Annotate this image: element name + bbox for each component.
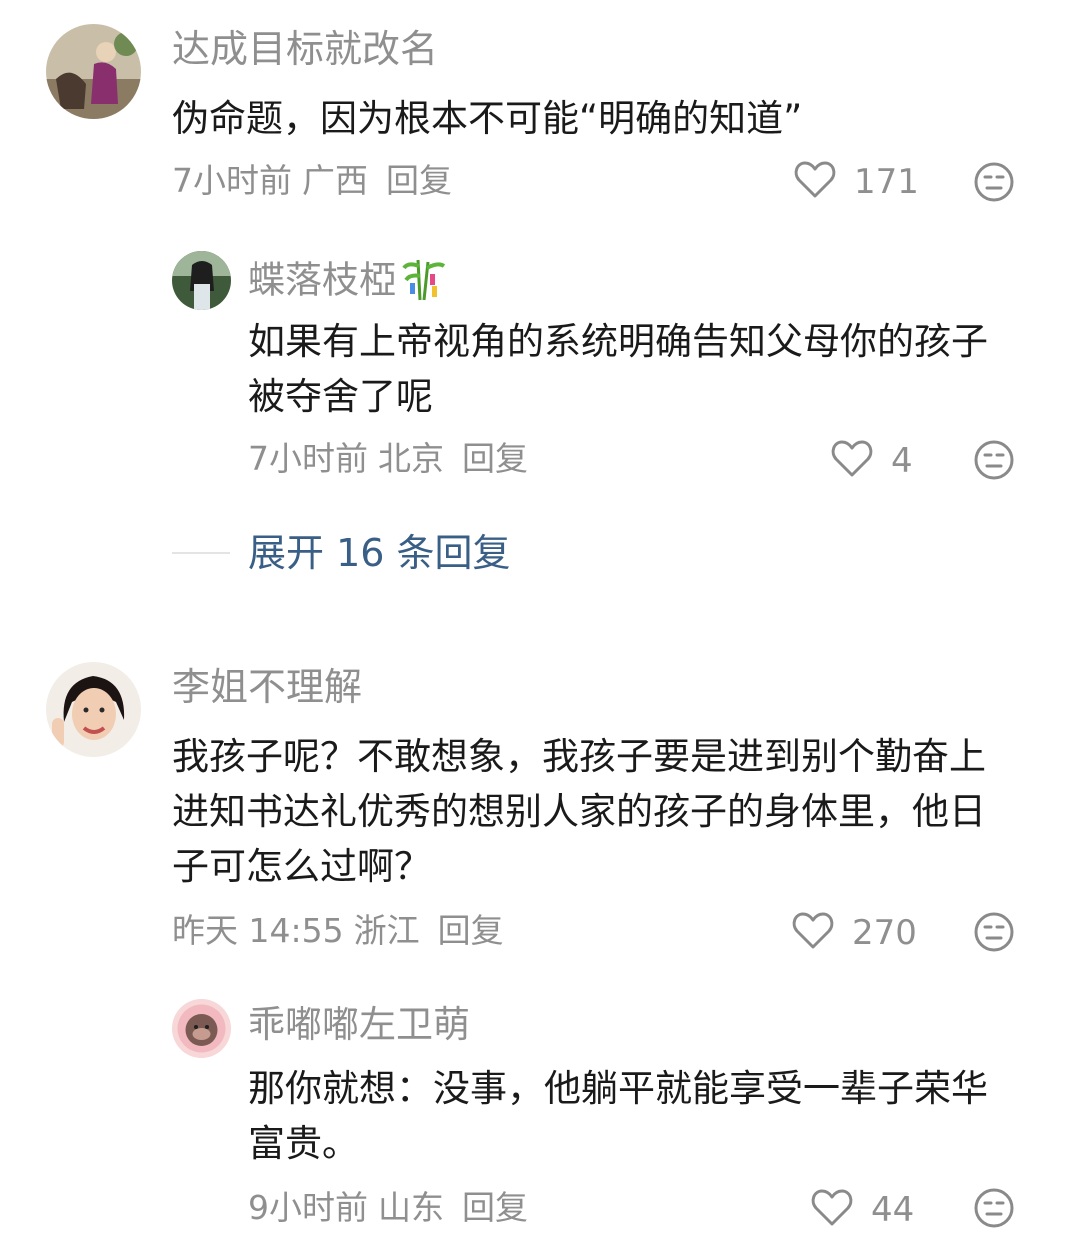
comment-text: 伪命题，因为根本不可能“明确的知道” (172, 97, 803, 140)
avatar[interactable] (172, 251, 231, 310)
reply-meta: 9小时前 山东 回复 (248, 1191, 528, 1224)
reply-text: 如果有上帝视角的系统明确告知父母你的孩子被夺舍了呢 (248, 320, 988, 418)
like-button[interactable]: 171 (794, 160, 919, 204)
reply-button[interactable]: 回复 (462, 439, 528, 478)
comment-meta: 昨天 14:55 浙江 回复 (172, 914, 504, 947)
reply-button[interactable]: 回复 (386, 161, 452, 200)
comment-time: 昨天 14:55 (172, 911, 344, 950)
dislike-face-icon[interactable] (973, 1187, 1015, 1233)
reply-button[interactable]: 回复 (462, 1188, 528, 1227)
dislike-face-icon[interactable] (973, 161, 1015, 207)
like-button[interactable]: 4 (831, 439, 913, 483)
bamboo-emoji-icon (402, 256, 446, 308)
avatar[interactable] (46, 24, 141, 119)
like-count: 4 (891, 441, 913, 481)
reply-author-name[interactable]: 蝶落枝椏 (248, 259, 396, 302)
reply-author: 蝶落枝椏 (248, 256, 446, 308)
expand-divider (172, 552, 230, 554)
like-button[interactable]: 44 (811, 1188, 914, 1232)
heart-outline-icon (794, 160, 836, 204)
heart-outline-icon (831, 439, 873, 483)
comment-text: 我孩子呢？不敢想象，我孩子要是进到别个勤奋上进知书达礼优秀的想别人家的孩子的身体… (172, 735, 986, 888)
dislike-face-icon[interactable] (973, 911, 1015, 957)
reply-location: 北京 (378, 439, 444, 478)
comment-location: 广西 (302, 161, 368, 200)
reply-author[interactable]: 乖嘟嘟左卫萌 (248, 1006, 470, 1043)
expand-replies-button[interactable]: 展开 16 条回复 (248, 534, 511, 572)
heart-outline-icon (792, 911, 834, 955)
reply-time: 9小时前 (248, 1188, 368, 1227)
comment-meta: 7小时前 广西 回复 (172, 164, 452, 197)
like-count: 171 (854, 162, 919, 202)
avatar[interactable] (46, 662, 141, 757)
reply-meta: 7小时前 北京 回复 (248, 442, 528, 475)
reply-location: 山东 (378, 1188, 444, 1227)
avatar[interactable] (172, 999, 231, 1058)
like-button[interactable]: 270 (792, 911, 917, 955)
comment-author[interactable]: 达成目标就改名 (172, 30, 438, 68)
like-count: 44 (871, 1190, 915, 1230)
reply-text: 那你就想：没事，他躺平就能享受一辈子荣华富贵。 (248, 1067, 988, 1165)
heart-outline-icon (811, 1188, 853, 1232)
reply-time: 7小时前 (248, 439, 368, 478)
dislike-face-icon[interactable] (973, 439, 1015, 485)
reply-button[interactable]: 回复 (438, 911, 504, 950)
like-count: 270 (852, 913, 917, 953)
comment-time: 7小时前 (172, 161, 292, 200)
comment-author[interactable]: 李姐不理解 (172, 668, 362, 706)
comment-location: 浙江 (353, 911, 420, 950)
